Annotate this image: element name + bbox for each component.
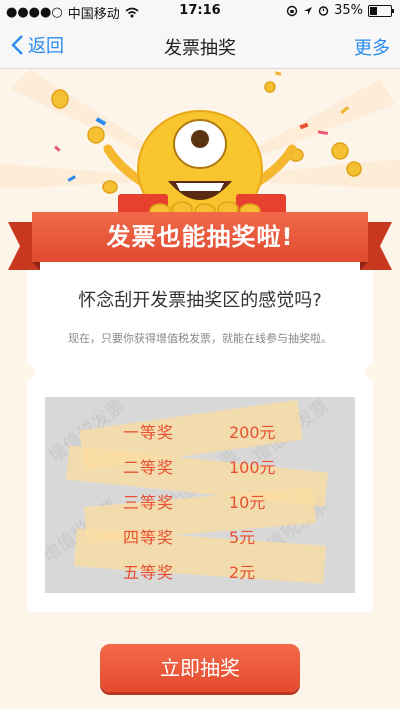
prize-row: 二等奖 100元 [45, 449, 355, 479]
prize-amount: 5元 [229, 528, 256, 547]
ticket-notch-right [365, 364, 381, 380]
ticket-notch-left [19, 364, 35, 380]
prize-amount: 10元 [229, 493, 266, 512]
status-bar: ●●●●○ 中国移动 17:16 35% [0, 0, 400, 22]
prize-name: 三等奖 [123, 493, 175, 512]
draw-lottery-button[interactable]: 立即抽奖 [100, 644, 300, 692]
scratch-prize-area: 增值税发票 增值税发票 增值税发票 增值税发票 增值税发票 一等奖 200元 二… [45, 397, 355, 593]
prize-name: 一等奖 [123, 423, 175, 442]
prize-amount: 200元 [229, 423, 276, 442]
prize-name: 二等奖 [123, 458, 175, 477]
hero-illustration [0, 69, 400, 229]
prize-row: 三等奖 10元 [45, 484, 355, 514]
mascot-illustration [0, 69, 400, 228]
card-question: 怀念刮开发票抽奖区的感觉吗? [78, 290, 322, 311]
more-button[interactable]: 更多 [354, 34, 390, 60]
card-description: 现在，只要你获得增值税发票，就能在线参与抽奖啦。 [68, 332, 332, 345]
prize-amount: 100元 [229, 458, 276, 477]
banner-title: 发票也能抽奖啦! [32, 212, 368, 262]
navigation-bar: 返回 发票抽奖 更多 [0, 22, 400, 69]
battery-fill [370, 6, 377, 15]
battery-icon [368, 4, 394, 17]
prize-row: 一等奖 200元 [45, 414, 355, 444]
status-right: 35% [286, 3, 394, 18]
prize-row: 四等奖 5元 [45, 519, 355, 549]
prize-row: 五等奖 2元 [45, 554, 355, 584]
prize-name: 五等奖 [123, 563, 175, 582]
rotation-lock-icon [286, 5, 298, 16]
battery-percent: 35% [334, 3, 363, 18]
prize-name: 四等奖 [123, 528, 175, 547]
prize-amount: 2元 [229, 563, 256, 582]
lottery-card: 怀念刮开发票抽奖区的感觉吗? 现在，只要你获得增值税发票，就能在线参与抽奖啦。 … [19, 262, 381, 612]
alarm-clock-icon [318, 6, 329, 16]
banner-ribbon: 发票也能抽奖啦! [0, 212, 400, 272]
page-title: 发票抽奖 [164, 38, 236, 59]
location-arrow-icon [304, 6, 313, 15]
